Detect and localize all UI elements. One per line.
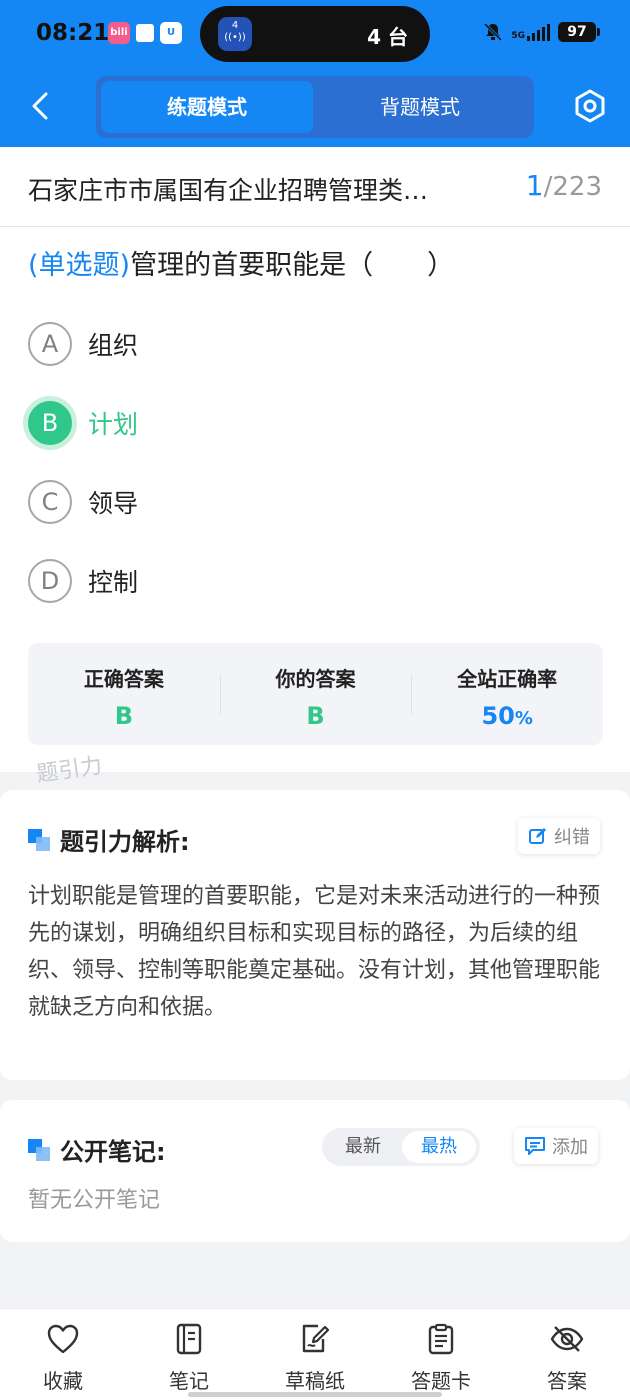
- status-right: 5G 97: [483, 22, 600, 42]
- correct-rate-label: 全站正确率: [457, 667, 558, 691]
- add-note-label: 添加: [552, 1137, 588, 1158]
- chat-app-icon: [134, 22, 156, 44]
- question-text: 管理的首要职能是（ ）: [130, 250, 455, 281]
- your-answer-value: B: [306, 702, 325, 730]
- tab-practice-mode[interactable]: 练题模式: [101, 81, 313, 133]
- analysis-title: 题引力解析:: [60, 828, 190, 856]
- watermark: 题引力: [34, 753, 104, 788]
- option-c[interactable]: C 领导: [28, 477, 138, 527]
- tab-draft-paper[interactable]: 草稿纸: [265, 1323, 365, 1394]
- section-squares-icon: [28, 828, 50, 851]
- option-b[interactable]: B 计划: [28, 398, 138, 448]
- correct-rate-unit: %: [514, 708, 533, 729]
- home-indicator: [188, 1392, 442, 1397]
- network-indicator: 5G: [511, 23, 550, 41]
- option-text: 控制: [88, 568, 139, 597]
- add-note-button[interactable]: 添加: [514, 1128, 598, 1164]
- correct-rate-value: 50%: [411, 702, 603, 730]
- tab-label: 答题卡: [411, 1369, 471, 1393]
- question-type: (单选题): [28, 250, 131, 281]
- status-bar: 08:21 bili U 4 ((•)) 4 台 5G 97: [0, 0, 630, 68]
- section-squares-icon: [28, 1138, 50, 1161]
- bilibili-icon: bili: [108, 22, 130, 44]
- back-button[interactable]: [22, 84, 58, 128]
- option-letter: A: [28, 322, 72, 366]
- correct-answer-value: B: [114, 702, 133, 730]
- notes-header: 公开笔记:: [28, 1132, 166, 1167]
- your-answer-col: 你的答案 B: [219, 643, 412, 745]
- mode-switch: 练题模式 背题模式: [96, 76, 534, 138]
- report-error-label: 纠错: [554, 827, 590, 848]
- your-answer-label: 你的答案: [275, 667, 356, 691]
- option-text: 领导: [88, 489, 139, 518]
- option-letter: C: [28, 480, 72, 524]
- question-stem: (单选题)管理的首要职能是（ ）: [28, 243, 454, 282]
- heart-icon: [47, 1324, 79, 1354]
- signal-icon: [527, 23, 550, 41]
- report-error-button[interactable]: 纠错: [518, 818, 600, 854]
- empty-notes-text: 暂无公开笔记: [28, 1188, 161, 1213]
- notes-title: 公开笔记:: [60, 1138, 166, 1166]
- tab-favorite[interactable]: 收藏: [13, 1323, 113, 1394]
- tab-answer[interactable]: 答案: [517, 1323, 617, 1394]
- dynamic-island: 4 ((•)) 4 台: [200, 6, 430, 62]
- option-a[interactable]: A 组织: [28, 319, 138, 369]
- island-badge-number: 4: [231, 20, 239, 31]
- analysis-text: 计划职能是管理的首要职能，它是对未来活动进行的一种预先的谋划，明确组织目标和实现…: [28, 884, 601, 1020]
- sort-hot-button[interactable]: 最热: [402, 1131, 476, 1163]
- draft-paper-icon: [302, 1324, 330, 1353]
- notes-sort-toggle: 最新 最热: [322, 1128, 480, 1166]
- answer-summary: 正确答案 B 你的答案 B 全站正确率 50%: [28, 643, 603, 745]
- analysis-card: 题引力解析: 纠错 计划职能是管理的首要职能，它是对未来活动进行的一种预先的谋划…: [0, 790, 630, 1080]
- u-app-icon: U: [160, 22, 182, 44]
- question-counter[interactable]: 1/223: [526, 169, 602, 202]
- tab-label: 收藏: [43, 1369, 83, 1393]
- battery-level: 97: [567, 24, 587, 40]
- option-d[interactable]: D 控制: [28, 556, 138, 606]
- header: 08:21 bili U 4 ((•)) 4 台 5G 97 练题模式 背题模式: [0, 0, 630, 147]
- sort-latest-button[interactable]: 最新: [326, 1131, 400, 1163]
- correct-answer-col: 正确答案 B: [28, 643, 220, 745]
- network-label: 5G: [511, 31, 525, 41]
- correct-answer-label: 正确答案: [83, 667, 164, 691]
- comment-icon: [525, 1137, 545, 1155]
- tab-label: 草稿纸: [285, 1369, 345, 1393]
- settings-hex-icon[interactable]: [572, 88, 608, 124]
- tab-answer-card[interactable]: 答题卡: [391, 1323, 491, 1394]
- hotspot-badge-icon: 4 ((•)): [218, 17, 252, 51]
- battery-icon: 97: [558, 22, 600, 42]
- counter-current: 1: [525, 169, 544, 202]
- answer-card-icon: [428, 1323, 454, 1355]
- island-text: 4 台: [367, 25, 408, 49]
- chevron-left-icon: [32, 92, 48, 120]
- bottom-toolbar: 收藏 笔记 草稿纸 答题卡 答案: [0, 1308, 630, 1400]
- option-letter: D: [28, 559, 72, 603]
- public-notes-card: 公开笔记: 最新 最热 添加 暂无公开笔记: [0, 1100, 630, 1242]
- edit-icon: [529, 828, 546, 844]
- question-card: 石家庄市市属国有企业招聘管理类… 1/223 (单选题)管理的首要职能是（ ） …: [0, 147, 630, 787]
- status-time: 08:21: [36, 20, 110, 46]
- tab-memorize-mode[interactable]: 背题模式: [314, 81, 526, 133]
- option-text: 组织: [88, 331, 139, 360]
- mute-bell-icon: [484, 22, 503, 42]
- correct-rate-col: 全站正确率 50%: [411, 643, 603, 745]
- analysis-header: 题引力解析:: [28, 822, 190, 857]
- notebook-icon: [176, 1323, 202, 1355]
- eye-off-icon: [550, 1326, 584, 1352]
- correct-rate-number: 50: [481, 702, 515, 730]
- tab-label: 笔记: [169, 1369, 209, 1393]
- tab-notes[interactable]: 笔记: [139, 1323, 239, 1394]
- option-letter: B: [28, 401, 72, 445]
- paper-title: 石家庄市市属国有企业招聘管理类…: [28, 176, 429, 205]
- tab-label: 答案: [547, 1369, 587, 1393]
- counter-total: 223: [552, 172, 602, 202]
- nav-bar: 练题模式 背题模式: [0, 68, 630, 147]
- option-text: 计划: [88, 410, 139, 439]
- paper-title-row: 石家庄市市属国有企业招聘管理类… 1/223: [0, 147, 630, 227]
